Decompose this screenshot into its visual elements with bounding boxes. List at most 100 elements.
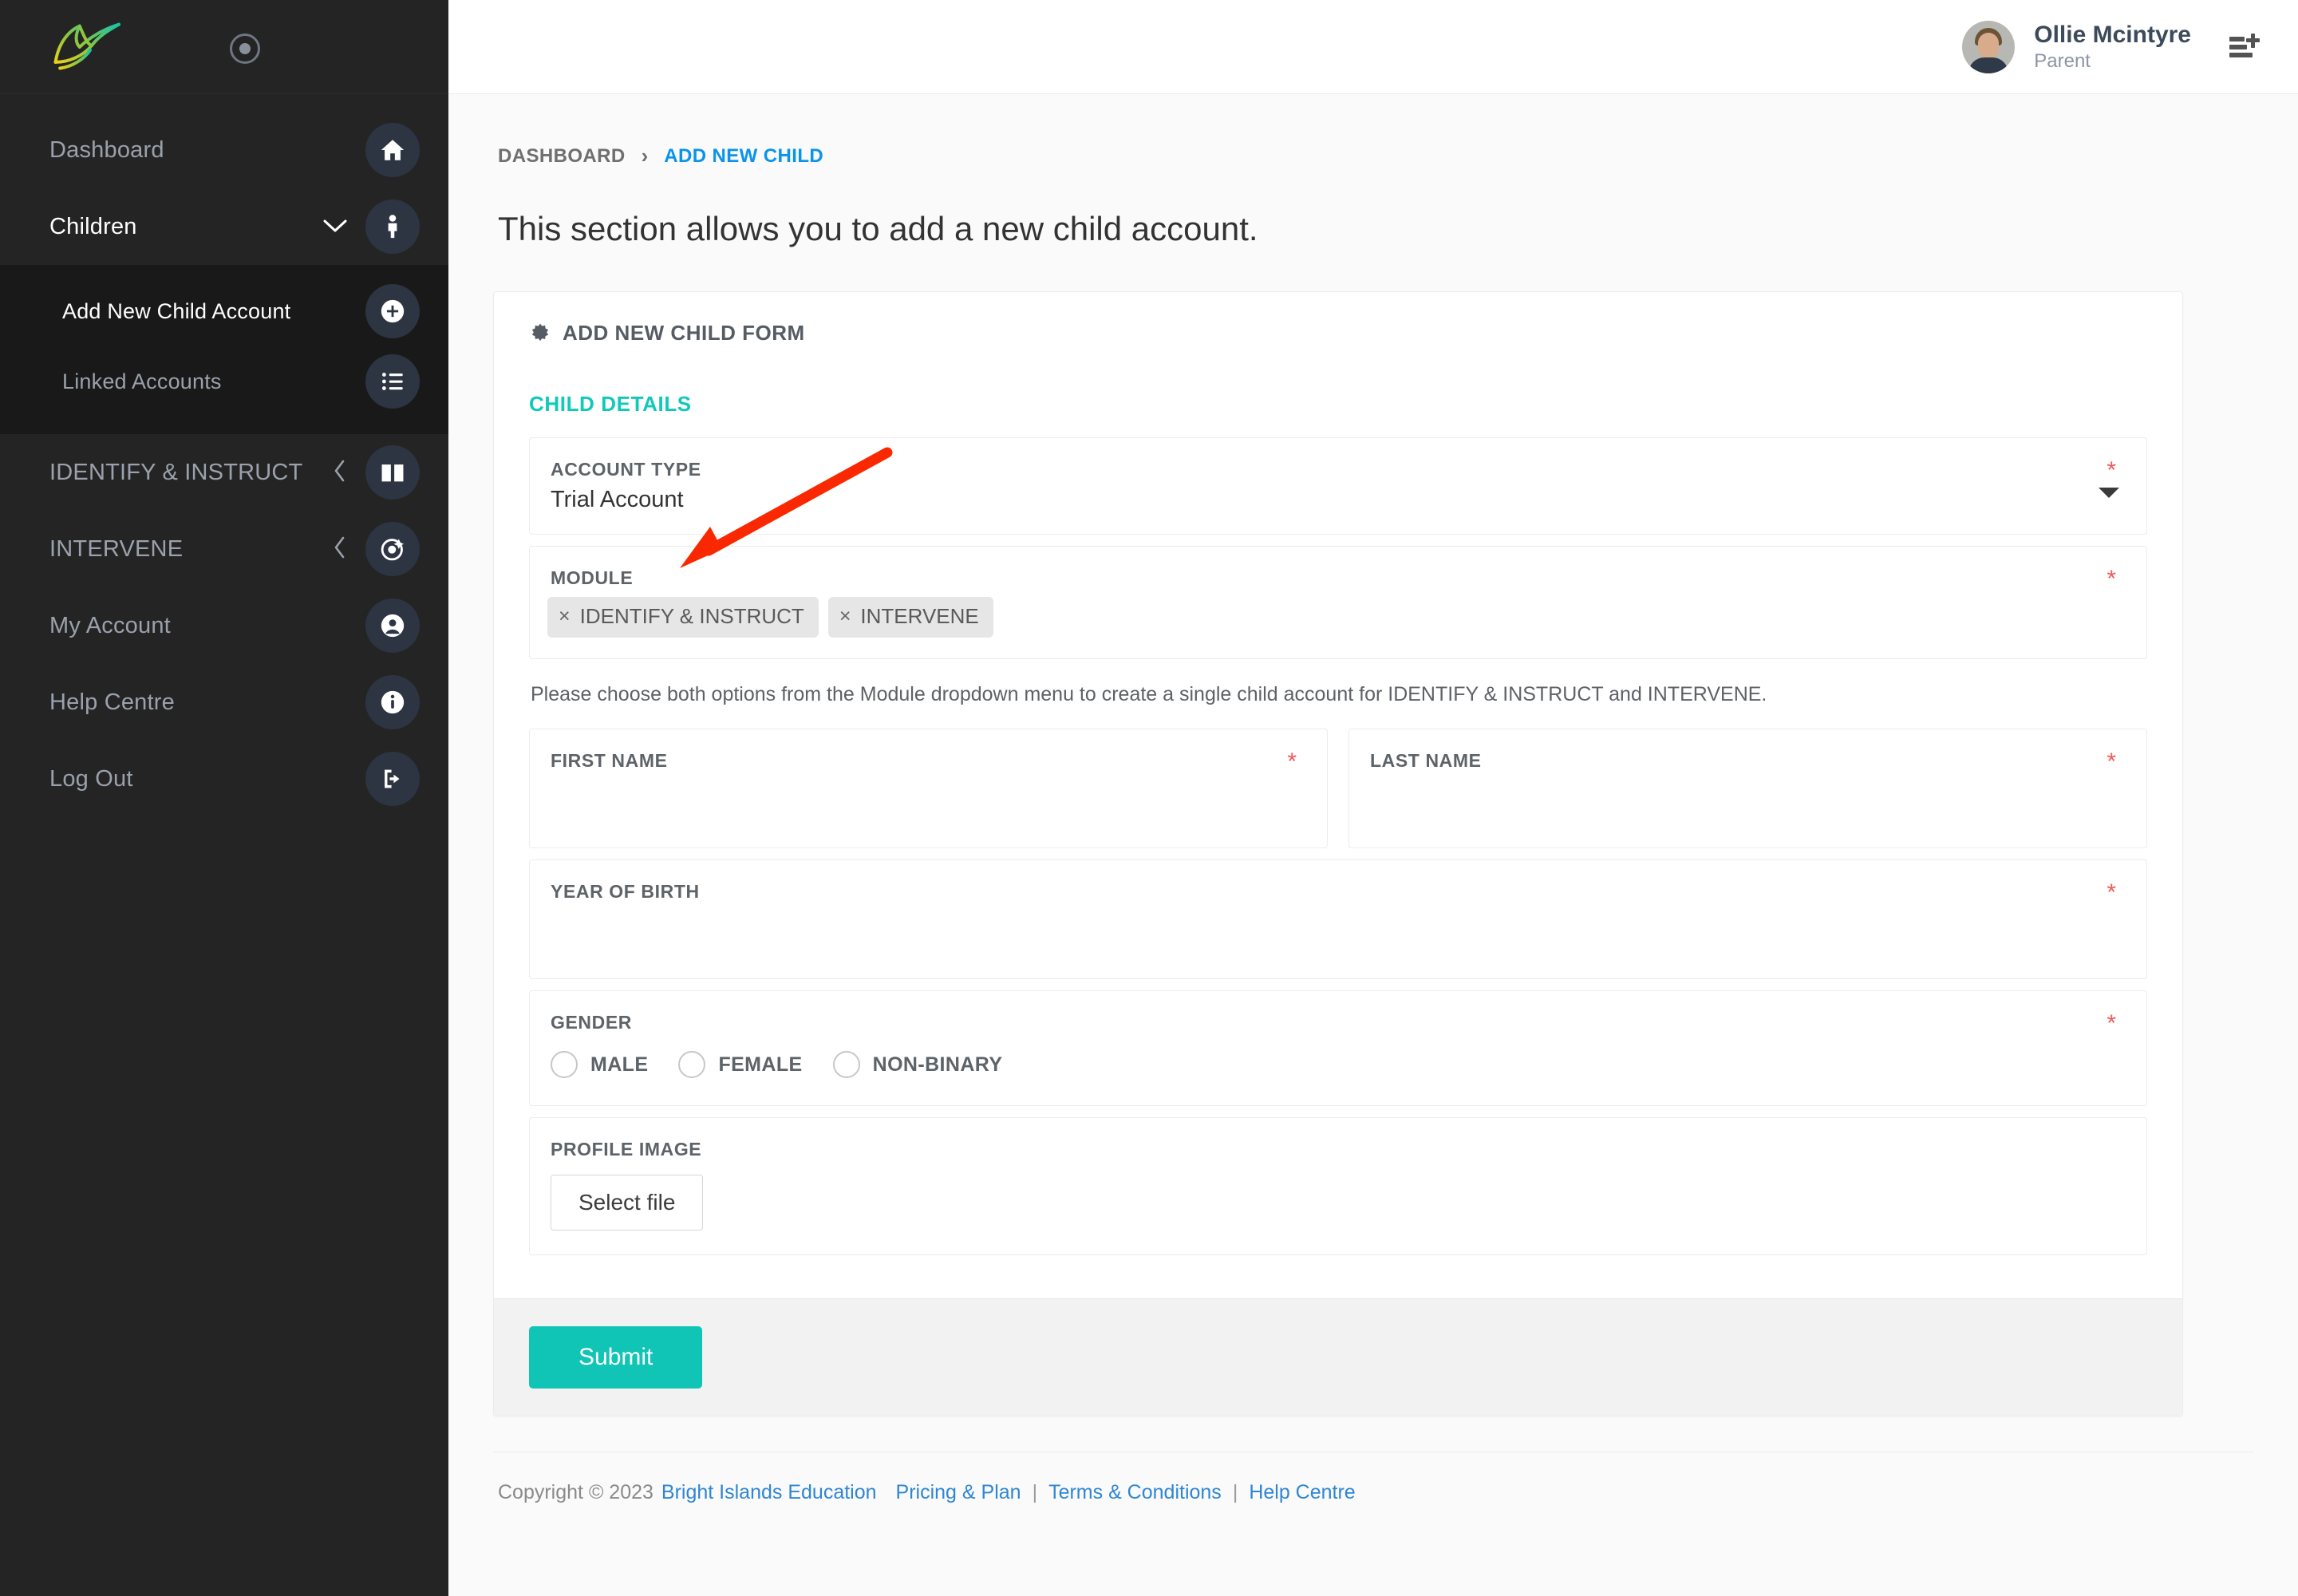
radio-circle-icon[interactable] [678,1051,705,1078]
add-new-child-form-card: ADD NEW CHILD FORM CHILD DETAILS ACCOUNT… [493,291,2183,1416]
gender-option-male[interactable]: MALE [551,1051,648,1078]
module-helper-text: Please choose both options from the Modu… [529,670,2147,729]
account-type-label: ACCOUNT TYPE [530,438,2146,480]
user-name: Ollie Mcintyre [2034,20,2191,50]
last-name-label: LAST NAME [1349,729,2146,772]
playlist-add-icon[interactable] [2228,31,2264,63]
page-footer: Copyright © 2023 Bright Islands Educatio… [493,1452,2253,1504]
sidebar-item-label: Help Centre [49,689,365,716]
module-chips: × IDENTIFY & INSTRUCT × INTERVENE [530,589,2146,658]
sidebar-item-log-out[interactable]: Log Out [0,741,448,817]
gender-label: GENDER [530,991,2146,1033]
hummingbird-logo[interactable] [49,17,132,77]
gender-option-label: MALE [590,1053,648,1077]
form-fields: ACCOUNT TYPE Trial Account * MODULE × ID… [494,417,2182,1298]
user-info: Ollie Mcintyre Parent [2034,20,2191,74]
sidebar-item-label: IDENTIFY & INSTRUCT [49,460,332,486]
profile-image-field: PROFILE IMAGE Select file [529,1117,2147,1255]
page-title: This section allows you to add a new chi… [493,168,2253,248]
module-chip-identify-and-instruct[interactable]: × IDENTIFY & INSTRUCT [547,597,819,638]
form-card-footer: Submit [494,1298,2182,1416]
module-field[interactable]: MODULE × IDENTIFY & INSTRUCT × INTERVENE [529,546,2147,659]
required-asterisk: * [2106,881,2116,905]
year-of-birth-label: YEAR OF BIRTH [530,860,2146,903]
book-icon [365,445,420,500]
gear-icon [529,322,551,345]
user-menu[interactable]: Ollie Mcintyre Parent [1962,20,2191,74]
sidebar-item-add-new-child-account[interactable]: Add New Child Account [0,276,448,346]
breadcrumb-separator-icon: › [642,144,649,168]
chevron-down-icon[interactable] [2099,488,2119,498]
year-of-birth-field[interactable]: YEAR OF BIRTH * [529,859,2147,979]
module-chip-intervene[interactable]: × INTERVENE [828,597,993,638]
chip-label: INTERVENE [860,604,978,629]
sidebar-item-label: My Account [49,613,365,639]
plus-circle-icon [365,284,420,338]
sidebar-item-linked-accounts[interactable]: Linked Accounts [0,346,448,417]
first-name-label: FIRST NAME [530,729,1327,772]
child-details-section-label: CHILD DETAILS [494,354,2182,417]
sidebar-item-label: Add New Child Account [62,299,365,324]
last-name-value[interactable] [1349,772,2146,825]
sidebar-item-identify-and-instruct[interactable]: IDENTIFY & INSTRUCT [0,434,448,511]
sidebar-item-my-account[interactable]: My Account [0,587,448,664]
breadcrumb-add-new-child[interactable]: ADD NEW CHILD [664,145,823,168]
account-type-value: Trial Account [530,480,2146,534]
list-icon [365,354,420,409]
sidebar-collapse-toggle[interactable] [230,34,260,64]
breadcrumb: DASHBOARD › ADD NEW CHILD [493,94,2253,168]
gender-option-female[interactable]: FEMALE [678,1051,802,1078]
gender-option-non-binary[interactable]: NON-BINARY [833,1051,1003,1078]
sidebar-item-children[interactable]: Children [0,188,448,265]
sidebar-item-label: Linked Accounts [62,369,365,394]
gender-field: GENDER MALE FEMALE [529,990,2147,1106]
sidebar-item-label: Children [49,214,322,240]
footer-link-help-centre[interactable]: Help Centre [1249,1481,1355,1504]
first-name-value[interactable] [530,772,1327,825]
sidebar-item-help-centre[interactable]: Help Centre [0,664,448,741]
account-type-field[interactable]: ACCOUNT TYPE Trial Account * [529,437,2147,535]
sidebar-item-label: Log Out [49,766,365,792]
gender-option-label: NON-BINARY [873,1053,1003,1077]
module-label: MODULE [530,547,2146,589]
chevron-left-icon [332,459,348,486]
sidebar-item-dashboard[interactable]: Dashboard [0,112,448,188]
circle-dot-icon [239,43,251,54]
required-asterisk: * [2106,459,2116,483]
footer-brand-link[interactable]: Bright Islands Education [661,1481,877,1504]
required-asterisk: * [2106,750,2116,774]
chip-remove-icon[interactable]: × [839,605,851,628]
footer-copyright: Copyright © 2023 [498,1481,653,1504]
submit-button[interactable]: Submit [529,1326,702,1389]
top-bar: Ollie Mcintyre Parent [448,0,2298,94]
year-of-birth-value[interactable] [530,903,2146,956]
sidebar-nav: Dashboard Children Add New Child Account [0,94,448,817]
gender-option-label: FEMALE [718,1053,802,1077]
footer-link-terms-and-conditions[interactable]: Terms & Conditions [1048,1481,1222,1504]
chip-remove-icon[interactable]: × [559,605,571,628]
home-icon [365,123,420,177]
user-circle-icon [365,598,420,653]
last-name-field[interactable]: LAST NAME * [1348,729,2147,848]
footer-separator: | [1233,1481,1238,1504]
info-icon [365,675,420,729]
form-card-header: ADD NEW CHILD FORM [494,292,2182,354]
form-card-title: ADD NEW CHILD FORM [563,321,805,346]
user-role: Parent [2034,49,2191,73]
child-icon [365,200,420,254]
radio-circle-icon[interactable] [833,1051,860,1078]
chip-label: IDENTIFY & INSTRUCT [580,604,804,629]
chevron-left-icon [332,535,348,563]
radio-circle-icon[interactable] [551,1051,578,1078]
sidebar-item-intervene[interactable]: INTERVENE [0,511,448,587]
select-file-button[interactable]: Select file [551,1175,703,1231]
breadcrumb-dashboard[interactable]: DASHBOARD [498,145,626,168]
sidebar: Dashboard Children Add New Child Account [0,0,448,1596]
logout-icon [365,752,420,806]
first-name-field[interactable]: FIRST NAME * [529,729,1328,848]
target-icon [365,522,420,576]
gender-radio-group: MALE FEMALE NON-BINARY [530,1033,2146,1105]
main-area: Ollie Mcintyre Parent DASHBOARD › ADD NE… [448,0,2298,1596]
footer-link-pricing-and-plan[interactable]: Pricing & Plan [896,1481,1021,1504]
sidebar-brand-bar [0,0,448,94]
